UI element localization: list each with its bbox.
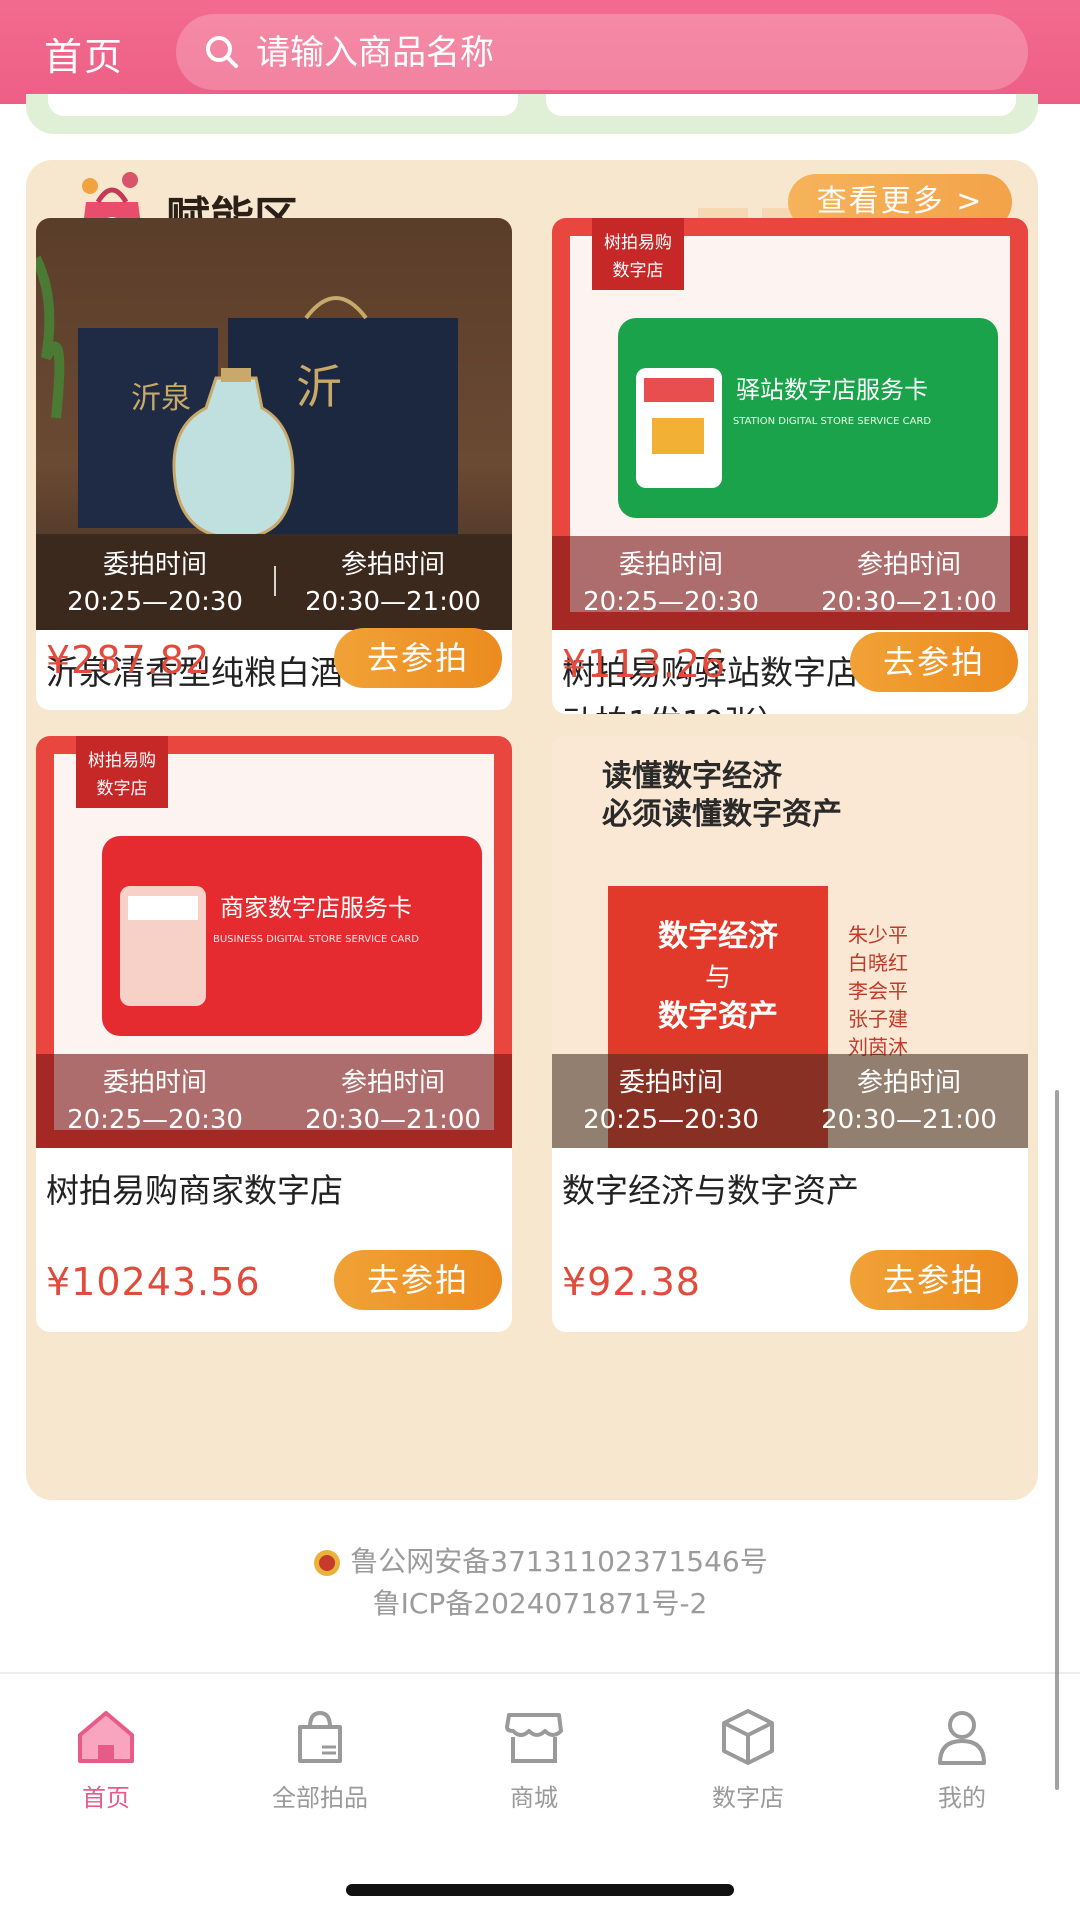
auction-time-overlay: 委拍时间 20:25—20:30 参拍时间 20:30—21:00 — [36, 1054, 512, 1148]
author-4: 张子建 — [848, 1007, 908, 1031]
home-indicator[interactable] — [346, 1884, 734, 1896]
tab-home[interactable]: 首页 — [26, 1702, 186, 1813]
consign-time-value: 20:25—20:30 — [583, 1105, 759, 1135]
book-title-1: 数字经济 — [658, 919, 779, 954]
author-3: 李会平 — [848, 979, 908, 1003]
search-box[interactable] — [176, 14, 1028, 92]
bid-time-value: 20:30—21:00 — [821, 1105, 997, 1135]
cube-icon — [722, 1709, 774, 1765]
book-title-3: 数字资产 — [658, 999, 778, 1034]
police-record-label: 鲁公网安备37131102371546号 — [350, 1545, 768, 1578]
icp-record-text[interactable]: 鲁ICP备2024071871号-2 — [0, 1582, 1080, 1622]
tab-label: 数字店 — [712, 1784, 784, 1812]
bid-time-value: 20:30—21:00 — [821, 587, 997, 617]
tab-label: 我的 — [938, 1784, 986, 1812]
search-input[interactable] — [254, 14, 998, 92]
card-title-text: 驿站数字店服务卡 — [736, 376, 928, 404]
author-1: 朱少平 — [848, 923, 908, 947]
consign-time-label: 委拍时间 — [618, 1068, 723, 1098]
bid-time-label: 参拍时间 — [856, 1068, 961, 1098]
user-icon — [938, 1711, 986, 1765]
consign-time-value: 20:25—20:30 — [583, 587, 759, 617]
product-price: ¥10243.56 — [46, 1260, 261, 1304]
bid-button[interactable]: 去参拍 — [334, 1250, 502, 1310]
product-card[interactable]: 读懂数字经济 必须读懂数字资产 数字经济 与 数字资产 朱少平 白晓红 李会平 … — [552, 736, 1028, 1332]
bid-time-label: 参拍时间 — [340, 550, 445, 580]
search-icon — [206, 36, 238, 68]
book-headline-1: 读懂数字经济 — [602, 759, 783, 794]
auction-time-overlay: 委拍时间 20:25—20:30 参拍时间 20:30—21:00 — [552, 536, 1028, 630]
empower-section: 赋能区 查看更多 > 沂泉 沂 委拍时间 20:25—20:30 — [26, 160, 1038, 1500]
home-icon — [78, 1711, 134, 1763]
bid-button[interactable]: 去参拍 — [334, 628, 502, 688]
brand-badge-text: 树拍易购 — [604, 233, 672, 253]
author-2: 白晓红 — [848, 951, 908, 975]
consign-time-label: 委拍时间 — [102, 550, 207, 580]
auction-time-overlay: 委拍时间 20:25—20:30 参拍时间 20:30—21:00 — [36, 536, 512, 630]
previous-card-edge — [546, 94, 1016, 116]
bid-button[interactable]: 去参拍 — [850, 632, 1018, 692]
brand-badge-text: 树拍易购 — [88, 751, 156, 771]
top-bar: 首页 — [0, 0, 1080, 104]
product-name[interactable]: 数字经济与数字资产 — [562, 1166, 1012, 1216]
tab-mine[interactable]: 我的 — [882, 1702, 1042, 1813]
book-headline-2: 必须读懂数字资产 — [602, 797, 842, 832]
tab-mall[interactable]: 商城 — [454, 1702, 614, 1813]
consign-time-value: 20:25—20:30 — [67, 1105, 243, 1135]
tab-label: 全部拍品 — [272, 1784, 368, 1812]
auction-time-overlay: 委拍时间 20:25—20:30 参拍时间 20:30—21:00 — [552, 1054, 1028, 1148]
police-badge-icon — [314, 1550, 341, 1576]
product-price: ¥287.82 — [46, 638, 211, 682]
product-price: ¥92.38 — [562, 1260, 701, 1304]
tab-all-items[interactable]: 全部拍品 — [240, 1702, 400, 1813]
product-price: ¥113.26 — [562, 642, 727, 686]
page-title: 首页 — [44, 35, 125, 79]
product-card[interactable]: 树拍易购 数字店 驿站数字店服务卡 STATION DIGITAL STORE … — [552, 218, 1028, 714]
bag-icon — [298, 1710, 342, 1763]
consign-time-value: 20:25—20:30 — [67, 587, 243, 617]
store-badge-text: 数字店 — [97, 779, 148, 799]
previous-card-edge — [48, 94, 518, 116]
product-card[interactable]: 树拍易购 数字店 商家数字店服务卡 BUSINESS DIGITAL STORE… — [36, 736, 512, 1332]
product-image[interactable]: 树拍易购 数字店 驿站数字店服务卡 STATION DIGITAL STORE … — [552, 218, 1028, 630]
card-title-text: 商家数字店服务卡 — [220, 894, 412, 922]
bid-time-label: 参拍时间 — [340, 1068, 445, 1098]
consign-time-label: 委拍时间 — [618, 550, 723, 580]
product-card[interactable]: 沂泉 沂 委拍时间 20:25—20:30 参拍时间 20:30—21:00 沂… — [36, 218, 512, 710]
card-subtitle-text: BUSINESS DIGITAL STORE SERVICE CARD — [213, 934, 419, 945]
previous-section-edge — [26, 94, 1038, 134]
bid-button[interactable]: 去参拍 — [850, 1250, 1018, 1310]
bid-time-value: 20:30—21:00 — [305, 587, 481, 617]
product-name[interactable]: 树拍易购商家数字店 — [46, 1166, 496, 1216]
box-text: 沂泉 — [131, 381, 191, 416]
product-image[interactable]: 读懂数字经济 必须读懂数字资产 数字经济 与 数字资产 朱少平 白晓红 李会平 … — [552, 736, 1028, 1148]
tab-label: 首页 — [82, 1784, 130, 1812]
tab-digital-store[interactable]: 数字店 — [668, 1702, 828, 1813]
store-badge-text: 数字店 — [613, 261, 664, 281]
product-image[interactable]: 沂泉 沂 委拍时间 20:25—20:30 参拍时间 20:30—21:00 — [36, 218, 512, 630]
bid-time-value: 20:30—21:00 — [305, 1105, 481, 1135]
consign-time-label: 委拍时间 — [102, 1068, 207, 1098]
scrollbar[interactable] — [1055, 1090, 1059, 1790]
police-record-text[interactable]: 鲁公网安备37131102371546号 — [0, 1540, 1080, 1580]
book-title-2: 与 — [705, 963, 731, 993]
tab-label: 商城 — [510, 1784, 558, 1812]
bid-time-label: 参拍时间 — [856, 550, 961, 580]
card-subtitle-text: STATION DIGITAL STORE SERVICE CARD — [733, 416, 931, 427]
bag-text: 沂 — [296, 360, 342, 414]
product-image[interactable]: 树拍易购 数字店 商家数字店服务卡 BUSINESS DIGITAL STORE… — [36, 736, 512, 1148]
shop-icon — [505, 1713, 563, 1763]
